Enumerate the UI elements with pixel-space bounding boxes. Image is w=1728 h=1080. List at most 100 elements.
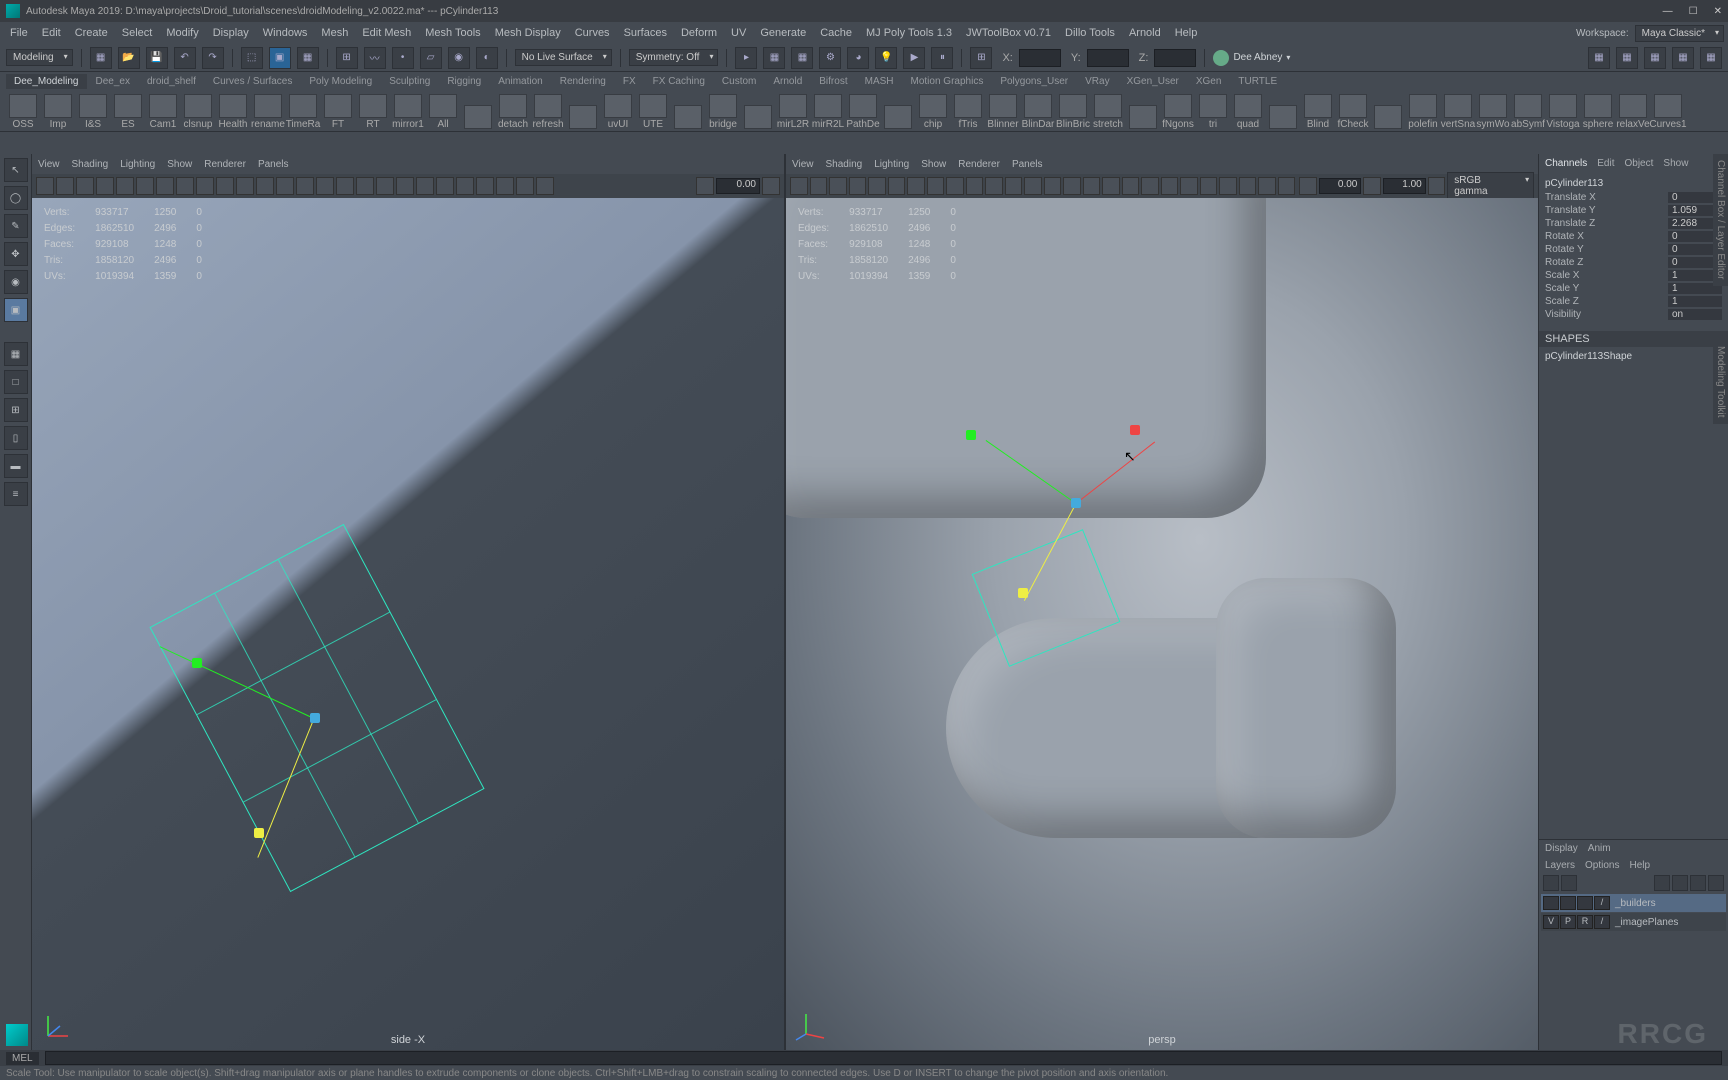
menu-help[interactable]: Help bbox=[1169, 25, 1204, 41]
menu-generate[interactable]: Generate bbox=[754, 25, 812, 41]
viewport-toggle-icon[interactable] bbox=[236, 177, 254, 195]
layer-color-swatch[interactable]: / bbox=[1594, 896, 1610, 910]
shelf-button[interactable]: fCheck bbox=[1336, 92, 1370, 130]
light-editor-icon[interactable]: 💡 bbox=[875, 47, 897, 69]
shelf-tab-fxcache[interactable]: FX Caching bbox=[645, 74, 713, 89]
select-by-hierarchy-icon[interactable]: ⬚ bbox=[241, 47, 263, 69]
cb-tab-object[interactable]: Object bbox=[1625, 158, 1654, 169]
vp1-menu-view[interactable]: View bbox=[38, 159, 60, 170]
viewport-toggle-icon[interactable] bbox=[456, 177, 474, 195]
viewport-toggle-icon[interactable] bbox=[1180, 177, 1198, 195]
snap-curve-icon[interactable]: 〰 bbox=[364, 47, 386, 69]
shelf-button[interactable]: fNgons bbox=[1161, 92, 1195, 130]
viewport-toggle-icon[interactable] bbox=[516, 177, 534, 195]
viewport-toggle-icon[interactable] bbox=[336, 177, 354, 195]
viewport-toggle-icon[interactable] bbox=[196, 177, 214, 195]
viewport-toggle-icon[interactable] bbox=[56, 177, 74, 195]
open-scene-icon[interactable]: 📂 bbox=[118, 47, 140, 69]
paint-select-tool-icon[interactable]: ✎ bbox=[4, 214, 28, 238]
layer-color-swatch[interactable]: / bbox=[1594, 915, 1610, 929]
vp1-canvas[interactable]: Verts:93371712500 Edges:186251024960 Fac… bbox=[32, 198, 784, 1052]
lasso-tool-icon[interactable]: ◯ bbox=[4, 186, 28, 210]
shelf-button[interactable]: stretch bbox=[1091, 92, 1125, 130]
playblast-icon[interactable]: ▶ bbox=[903, 47, 925, 69]
command-lang-label[interactable]: MEL bbox=[6, 1052, 39, 1065]
viewport-toggle-icon[interactable] bbox=[436, 177, 454, 195]
vp1-exposure-field[interactable]: 0.00 bbox=[716, 178, 760, 194]
shelf-tab-arnold[interactable]: Arnold bbox=[765, 74, 810, 89]
menu-windows[interactable]: Windows bbox=[257, 25, 314, 41]
viewport-toggle-icon[interactable] bbox=[1141, 177, 1159, 195]
shelf-tab-droid-shelf[interactable]: droid_shelf bbox=[139, 74, 204, 89]
menu-surfaces[interactable]: Surfaces bbox=[618, 25, 673, 41]
vp2-menu-show[interactable]: Show bbox=[921, 159, 946, 170]
attr-scale-z-value[interactable]: 1 bbox=[1668, 296, 1722, 307]
shelf-button[interactable]: Cam1 bbox=[146, 92, 180, 130]
shelf-button[interactable]: abSymf bbox=[1511, 92, 1545, 130]
shelf-button[interactable]: TimeRa bbox=[286, 92, 320, 130]
shelf-button[interactable]: BlinBric bbox=[1056, 92, 1090, 130]
y-field[interactable] bbox=[1087, 49, 1129, 67]
viewport-toggle-icon[interactable] bbox=[829, 177, 847, 195]
viewport-toggle-icon[interactable] bbox=[316, 177, 334, 195]
shelf-button[interactable]: tri bbox=[1196, 92, 1230, 130]
vp2-menu-shading[interactable]: Shading bbox=[826, 159, 863, 170]
vp1-menu-lighting[interactable]: Lighting bbox=[120, 159, 155, 170]
four-pane-icon[interactable]: ⊞ bbox=[4, 398, 28, 422]
layer-delete-icon[interactable] bbox=[1708, 875, 1724, 891]
shelf-tab-custom[interactable]: Custom bbox=[714, 74, 764, 89]
two-pane-side-icon[interactable]: ▯ bbox=[4, 426, 28, 450]
shelf-button[interactable] bbox=[461, 92, 495, 130]
menu-create[interactable]: Create bbox=[69, 25, 114, 41]
attr-visibility-value[interactable]: on bbox=[1668, 309, 1722, 320]
shelf-tab-fx[interactable]: FX bbox=[615, 74, 644, 89]
pause-icon[interactable]: ⏸ bbox=[931, 47, 953, 69]
shelf-button[interactable]: refresh bbox=[531, 92, 565, 130]
vp1-menu-show[interactable]: Show bbox=[167, 159, 192, 170]
viewport-toggle-icon[interactable] bbox=[849, 177, 867, 195]
shelf-tab-bifrost[interactable]: Bifrost bbox=[811, 74, 855, 89]
shelf-button[interactable] bbox=[1266, 92, 1300, 130]
shelf-button[interactable]: RT bbox=[356, 92, 390, 130]
viewport-toggle-icon[interactable] bbox=[356, 177, 374, 195]
cb-tab-channels[interactable]: Channels bbox=[1545, 158, 1587, 169]
menu-dillo[interactable]: Dillo Tools bbox=[1059, 25, 1121, 41]
attr-editor-toggle-icon[interactable]: ▦ bbox=[1644, 47, 1666, 69]
vp2-scale-handle-y[interactable] bbox=[1018, 588, 1028, 598]
vp2-gamma-field[interactable]: 1.00 bbox=[1383, 178, 1426, 194]
vp2-gear-icon[interactable] bbox=[1299, 177, 1317, 195]
snap-plane-icon[interactable]: ▱ bbox=[420, 47, 442, 69]
xyz-toggle-icon[interactable]: ⊞ bbox=[970, 47, 992, 69]
menu-mesh-display[interactable]: Mesh Display bbox=[489, 25, 567, 41]
channelbox-toggle-icon[interactable]: ▦ bbox=[1700, 47, 1722, 69]
viewport-toggle-icon[interactable] bbox=[1063, 177, 1081, 195]
viewport-toggle-icon[interactable] bbox=[396, 177, 414, 195]
viewport-toggle-icon[interactable] bbox=[176, 177, 194, 195]
vp2-scale-handle-center[interactable] bbox=[1071, 498, 1081, 508]
command-line[interactable]: MEL bbox=[0, 1050, 1728, 1066]
shelf-button[interactable] bbox=[566, 92, 600, 130]
workspace-dropdown[interactable]: Maya Classic* bbox=[1635, 25, 1724, 42]
render-settings-icon[interactable]: ⚙ bbox=[819, 47, 841, 69]
live-surface-dropdown[interactable]: No Live Surface bbox=[515, 49, 612, 66]
shelf-button[interactable] bbox=[1126, 92, 1160, 130]
hypershade-icon[interactable]: ◕ bbox=[847, 47, 869, 69]
viewport-toggle-icon[interactable] bbox=[496, 177, 514, 195]
viewport-toggle-icon[interactable] bbox=[276, 177, 294, 195]
shelf-tab-rigging[interactable]: Rigging bbox=[439, 74, 489, 89]
snap-view-icon[interactable]: ◐ bbox=[476, 47, 498, 69]
vp2-menu-panels[interactable]: Panels bbox=[1012, 159, 1043, 170]
vp2-colorspace-dropdown[interactable]: sRGB gamma bbox=[1447, 172, 1534, 200]
layer-menu-help[interactable]: Help bbox=[1629, 860, 1650, 871]
shelf-tab-mash[interactable]: MASH bbox=[857, 74, 902, 89]
shelf-tab-render[interactable]: Rendering bbox=[552, 74, 614, 89]
two-pane-stack-icon[interactable]: ▬ bbox=[4, 454, 28, 478]
side-tab-modeling-toolkit[interactable]: Modeling Toolkit bbox=[1713, 340, 1728, 424]
shelf-tab-dee-ex[interactable]: Dee_ex bbox=[88, 74, 138, 89]
menu-select[interactable]: Select bbox=[116, 25, 159, 41]
menu-mesh-tools[interactable]: Mesh Tools bbox=[419, 25, 486, 41]
vp2-cm-icon[interactable] bbox=[1428, 177, 1446, 195]
menu-curves[interactable]: Curves bbox=[569, 25, 616, 41]
shelf-button[interactable]: Curves1 bbox=[1651, 92, 1685, 130]
shelf-button[interactable]: UTE bbox=[636, 92, 670, 130]
